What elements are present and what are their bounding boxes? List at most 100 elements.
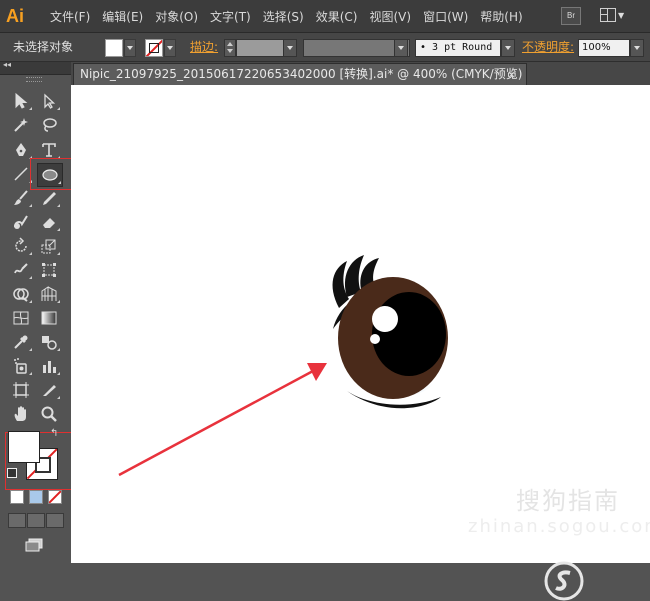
type-t-icon [42,143,56,157]
opacity-label[interactable]: 不透明度: [522,33,574,61]
eraser-tool[interactable] [37,211,61,233]
bridge-button[interactable]: Br [561,7,581,25]
stroke-weight-spinner[interactable] [224,39,236,57]
stroke-weight-field[interactable] [236,39,284,57]
line-segment-icon [14,167,28,181]
scale-icon [41,239,56,254]
selection-status: 未选择对象 [13,40,74,54]
pen-nib-icon [16,143,26,156]
menu-effect[interactable]: 效果(C) [310,8,364,25]
magnifier-icon [41,406,57,422]
pencil-tool[interactable] [37,187,61,209]
blend-icon [42,336,57,350]
symbol-sprayer-tool[interactable] [9,355,33,377]
stroke-dropdown-button[interactable] [164,39,176,57]
fill-color-swatch[interactable] [105,39,123,57]
menu-file[interactable]: 文件(F) [44,8,96,25]
menu-object[interactable]: 对象(O) [149,8,204,25]
rotate-tool[interactable] [9,235,33,257]
blob-brush-tool[interactable] [9,211,33,233]
scale-tool[interactable] [37,235,61,257]
blend-tool[interactable] [37,331,61,353]
paintbrush-tool[interactable] [9,187,33,209]
document-title: Nipic_21097925_20150617220653402000 [转换]… [80,67,523,81]
menu-type[interactable]: 文字(T) [204,8,257,25]
sogou-logo [544,561,584,601]
tools-panel-header: ◂◂ [0,60,71,75]
perspective-grid-tool[interactable] [37,283,61,305]
selection-arrow-icon [15,92,28,109]
symbol-sprayer-icon [14,358,27,374]
default-colors-icon[interactable] [7,468,17,478]
rotate-icon [15,237,27,252]
perspective-grid-icon [41,286,57,301]
fill-color-box[interactable] [8,431,40,463]
stroke-label[interactable]: 描边: [190,33,218,61]
slice-tool[interactable] [37,379,61,401]
menu-items: 文件(F) 编辑(E) 对象(O) 文字(T) 选择(S) 效果(C) 视图(V… [44,8,529,25]
shape-builder-tool[interactable] [9,283,33,305]
chevron-down-icon: ▼ [618,11,625,20]
artboard-icon [13,382,29,398]
menu-edit[interactable]: 编辑(E) [96,8,149,25]
brush-definition-field[interactable]: • 3 pt Round [415,39,501,57]
warp-icon [14,263,28,274]
ellipse-tool-highlight [30,158,75,190]
magic-wand-tool[interactable] [9,114,33,136]
gradient-tool[interactable] [37,307,61,329]
swap-fill-stroke-icon[interactable]: ↰ [50,428,58,439]
direct-selection-arrow-icon [44,93,56,109]
blob-brush-icon [14,215,28,229]
menu-select[interactable]: 选择(S) [257,8,310,25]
magic-wand-icon [14,118,28,132]
color-mode-button[interactable] [10,490,24,504]
column-graph-tool[interactable] [37,355,61,377]
control-bar: 未选择对象 描边: • 3 pt Round 不透明度: 100% [0,33,650,62]
brush-definition-dropdown[interactable] [501,39,515,57]
shape-builder-icon [13,288,29,302]
menu-bar: Ai 文件(F) 编辑(E) 对象(O) 文字(T) 选择(S) 效果(C) 视… [0,0,650,33]
selection-tool[interactable] [9,90,33,112]
pencil-icon [43,192,56,205]
menu-window[interactable]: 窗口(W) [417,8,474,25]
free-transform-icon [42,263,56,277]
hand-tool[interactable] [9,403,33,425]
paintbrush-icon [14,190,28,205]
artboard-tool[interactable] [9,379,33,401]
close-icon[interactable]: × [507,64,516,85]
fill-dropdown-button[interactable] [124,39,136,57]
gradient-icon [41,311,57,325]
opacity-dropdown[interactable] [630,39,644,57]
mesh-tool[interactable] [9,307,33,329]
gradient-mode-button[interactable] [29,490,43,504]
draw-behind-button[interactable] [27,513,45,528]
app-logo: Ai [6,6,24,26]
draw-inside-button[interactable] [46,513,64,528]
stroke-color-swatch[interactable] [145,39,163,57]
lasso-icon [43,118,57,132]
variable-width-dropdown[interactable] [394,39,408,57]
menu-view[interactable]: 视图(V) [363,8,417,25]
lasso-tool[interactable] [37,114,61,136]
arrange-documents-button[interactable]: ▼ [600,7,628,23]
eye-highlight-small [370,334,380,344]
eraser-icon [43,218,55,228]
collapse-panel-icon[interactable]: ◂◂ [3,60,11,69]
panel-grip[interactable] [26,77,42,82]
screen-mode-button[interactable] [25,538,43,552]
stroke-weight-dropdown[interactable] [283,39,297,57]
warp-tool[interactable] [9,259,33,281]
opacity-field[interactable]: 100% [578,39,630,57]
zoom-tool[interactable] [37,403,61,425]
menu-help[interactable]: 帮助(H) [474,8,528,25]
screen-mode-icon [25,538,43,552]
eye-pupil [372,292,446,376]
column-graph-icon [43,361,56,373]
arrange-grid-icon [600,8,616,22]
document-tab[interactable]: Nipic_21097925_20150617220653402000 [转换]… [73,63,527,85]
direct-selection-tool[interactable] [37,90,61,112]
draw-normal-button[interactable] [8,513,26,528]
none-mode-button[interactable] [48,490,62,504]
free-transform-tool[interactable] [37,259,61,281]
eyedropper-tool[interactable] [9,331,33,353]
